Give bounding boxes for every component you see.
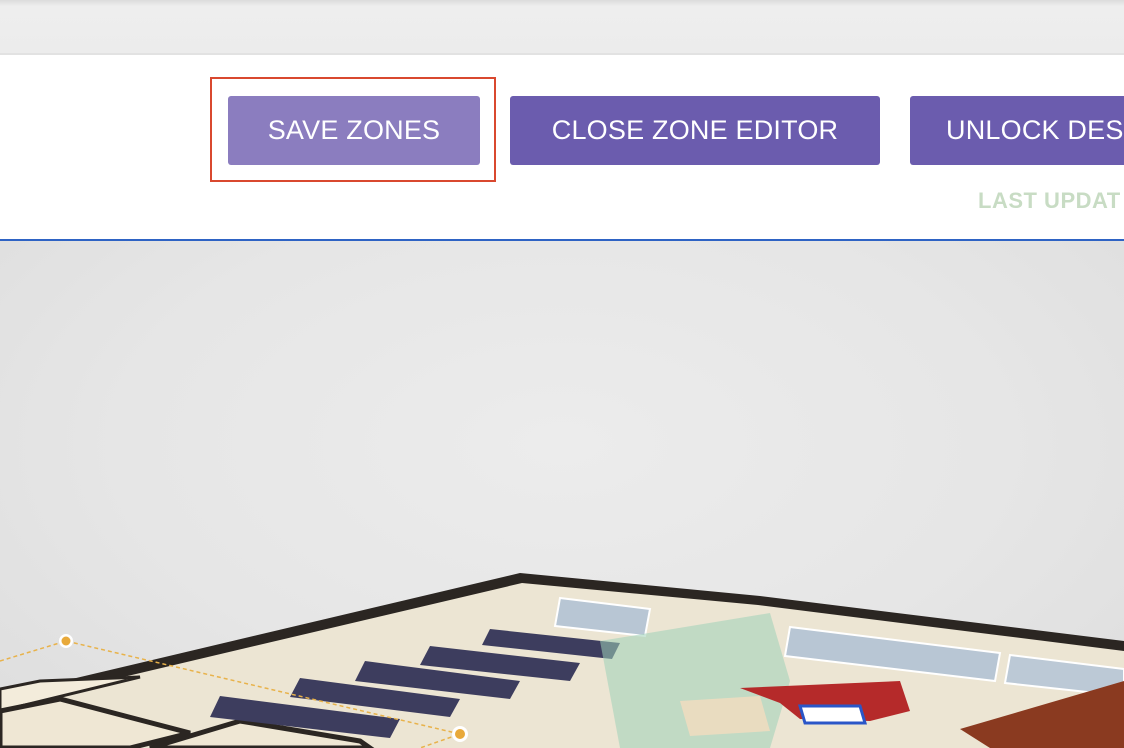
lounge-table [797, 704, 868, 725]
top-bar [0, 0, 1124, 55]
floorplan-canvas[interactable] [0, 241, 1124, 748]
close-zone-editor-button[interactable]: CLOSE ZONE EDITOR [510, 96, 880, 165]
zone-handle-icon[interactable] [59, 634, 73, 648]
zone-handle-icon[interactable] [452, 726, 468, 742]
lounge-rug [680, 696, 770, 736]
floorplan-3d-view [0, 573, 1124, 748]
last-updated-label: LAST UPDAT [978, 188, 1121, 213]
save-zones-button[interactable]: SAVE ZONES [228, 96, 480, 165]
unlock-desks-button[interactable]: UNLOCK DES [910, 96, 1124, 165]
zone-editor-toolbar: SAVE ZONES CLOSE ZONE EDITOR UNLOCK DES … [0, 55, 1124, 240]
